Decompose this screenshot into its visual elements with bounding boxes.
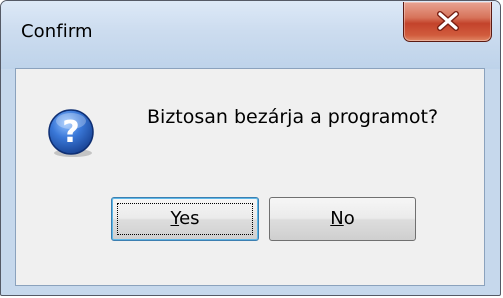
no-button[interactable]: No bbox=[269, 197, 416, 241]
yes-label-rest: es bbox=[179, 208, 200, 229]
title-bar[interactable]: Confirm bbox=[1, 1, 500, 69]
no-label-rest: o bbox=[343, 208, 355, 229]
yes-mnemonic: Y bbox=[170, 208, 180, 229]
close-icon bbox=[437, 11, 459, 31]
close-button[interactable] bbox=[403, 2, 492, 42]
question-icon: ? bbox=[48, 109, 94, 157]
svg-text:?: ? bbox=[62, 115, 79, 150]
yes-button[interactable]: Yes bbox=[111, 197, 259, 241]
window-title: Confirm bbox=[21, 21, 93, 42]
no-mnemonic: N bbox=[330, 208, 344, 229]
confirm-message: Biztosan bezárja a programot? bbox=[147, 106, 439, 128]
confirm-dialog-window: Confirm ? Biztosan bezárja a programot? bbox=[0, 0, 501, 296]
dialog-body: ? Biztosan bezárja a programot? Yes No bbox=[15, 68, 485, 286]
yes-button-label: Yes bbox=[112, 208, 258, 230]
no-button-label: No bbox=[270, 208, 415, 230]
